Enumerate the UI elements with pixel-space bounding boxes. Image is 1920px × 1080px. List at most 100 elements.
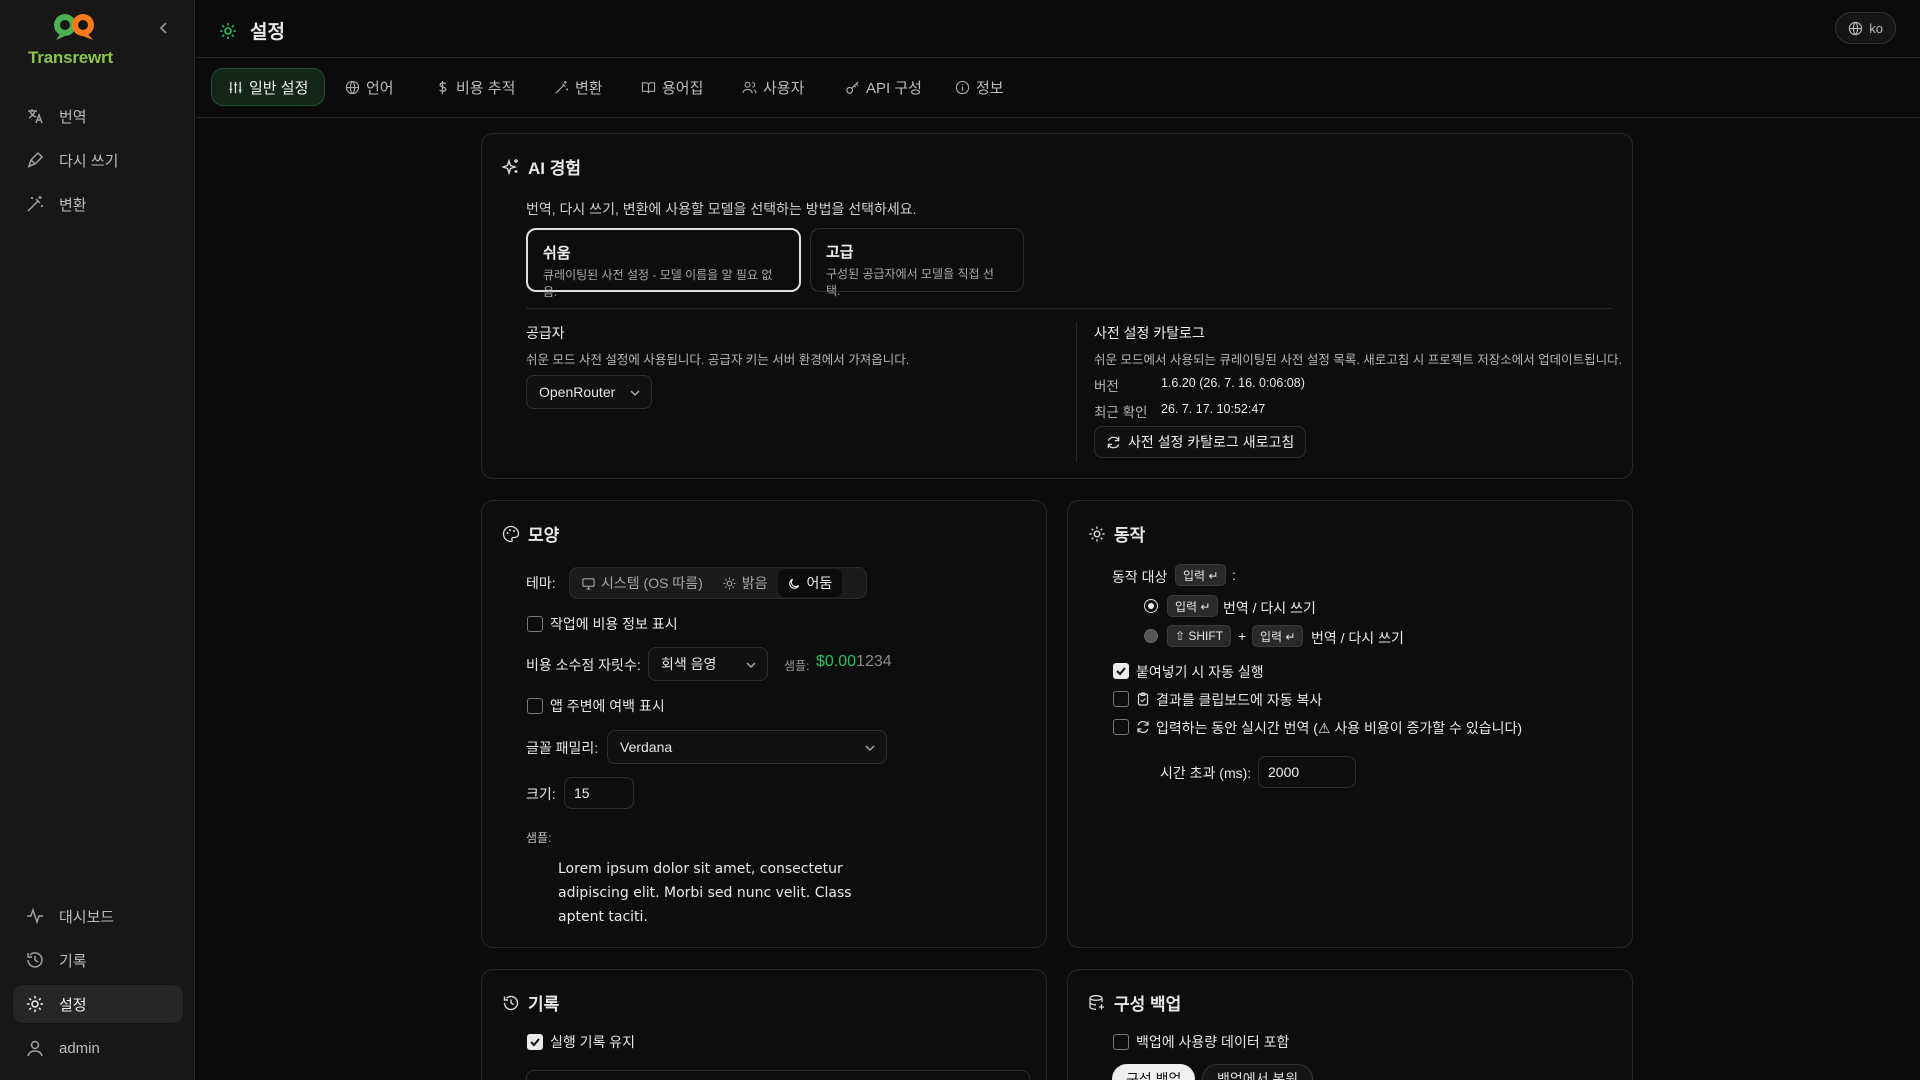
tab-label: 정보 xyxy=(976,79,1004,97)
tab-general[interactable]: 일반 설정 xyxy=(211,68,326,106)
theme-light-option[interactable]: 밝음 xyxy=(713,569,778,597)
behavior-card: 동작 동작 대상 입력 ↵ : 입력 ↵ 번역 / 다시 쓰기 ⇧ SHIFT … xyxy=(1067,500,1633,948)
sidebar-item-dashboard[interactable]: 대시보드 xyxy=(13,897,183,935)
key-icon xyxy=(846,80,859,94)
sun-icon xyxy=(723,576,736,590)
chevron-down-icon xyxy=(746,662,756,669)
include-usage-checkbox[interactable] xyxy=(1113,1034,1129,1050)
backup-title: 구성 백업 xyxy=(1088,990,1181,1015)
app-name: Transrewrt xyxy=(28,48,113,67)
catalog-checked-value: 26. 7. 17. 10:52:47 xyxy=(1161,402,1266,416)
seg-label: 시스템 (OS 따름) xyxy=(601,575,703,591)
theme-dark-option[interactable]: 어둠 xyxy=(777,569,843,597)
behavior-title: 동작 xyxy=(1088,521,1145,546)
decimals-select[interactable]: 회색 음영 xyxy=(648,647,768,681)
option2-shift-key: ⇧ SHIFT xyxy=(1167,625,1232,647)
globe-icon xyxy=(345,80,360,94)
tab-glossary[interactable]: 용어집 xyxy=(625,68,719,106)
card-title-text: 동작 xyxy=(1114,526,1146,545)
card-title-text: 모양 xyxy=(528,526,560,545)
tab-cost-tracking[interactable]: 비용 추적 xyxy=(419,68,531,106)
decimals-label: 비용 소수점 자릿수: xyxy=(526,657,641,673)
keep-history-checkbox[interactable] xyxy=(527,1034,543,1050)
mode-advanced-option[interactable]: 고급 구성된 공급자에서 모델을 직접 선택. xyxy=(810,228,1024,298)
language-button[interactable]: ko xyxy=(1835,12,1896,44)
provider-desc: 쉬운 모드 사전 설정에 사용됩니다. 공급자 키는 서버 환경에서 가져옵니다… xyxy=(526,353,910,367)
sidebar-item-settings[interactable]: 설정 xyxy=(13,985,183,1023)
sidebar-item-label: admin xyxy=(59,1039,100,1057)
sidebar-item-translate[interactable]: 번역 xyxy=(13,97,183,135)
pen-icon xyxy=(27,151,44,168)
sidebar-item-label: 다시 쓰기 xyxy=(59,152,119,170)
backup-config-button[interactable]: 구성 백업 xyxy=(1112,1064,1196,1080)
sample-dim: 1234 xyxy=(856,653,892,670)
sidebar: Transrewrt 번역 다시 쓰기 변환 대시보드 기록 설정 admin xyxy=(0,0,195,1080)
seg-label: 어둠 xyxy=(806,575,833,591)
autorun-paste-checkbox[interactable] xyxy=(1113,663,1129,679)
auto-copy-checkbox[interactable] xyxy=(1113,691,1129,707)
clipboard-icon xyxy=(1137,692,1149,706)
theme-system-option[interactable]: 시스템 (OS 따름) xyxy=(572,569,713,597)
chevron-down-icon xyxy=(865,745,875,752)
decimals-value: 회색 음영 xyxy=(661,656,717,672)
mode-title: 고급 xyxy=(826,244,854,261)
font-family-select[interactable]: Verdana xyxy=(607,730,887,764)
history-icon xyxy=(503,995,519,1010)
card-title-text: 구성 백업 xyxy=(1114,995,1182,1014)
sidebar-item-label: 번역 xyxy=(59,108,87,126)
refresh-icon xyxy=(1137,721,1149,733)
button-label: 사전 설정 카탈로그 새로고침 xyxy=(1128,434,1295,450)
trigger-key: 입력 ↵ xyxy=(1175,564,1227,586)
show-margin-checkbox[interactable] xyxy=(527,698,543,714)
restore-backup-button[interactable]: 백업에서 복원 xyxy=(1202,1064,1314,1080)
option1-label: 번역 / 다시 쓰기 xyxy=(1223,600,1316,616)
font-family-label: 글꼴 패밀리: xyxy=(526,740,599,756)
font-size-input[interactable]: 15 xyxy=(564,777,634,809)
sidebar-item-user[interactable]: admin xyxy=(13,1029,183,1067)
trigger-colon: : xyxy=(1232,567,1236,583)
translate-icon xyxy=(28,109,43,124)
globe-icon xyxy=(1849,21,1863,35)
mode-desc: 구성된 공급자에서 모델을 직접 선택. xyxy=(826,267,994,298)
sidebar-item-rewrite[interactable]: 다시 쓰기 xyxy=(13,141,183,179)
sidebar-item-history[interactable]: 기록 xyxy=(13,941,183,979)
mode-title: 쉬움 xyxy=(543,245,571,262)
show-cost-label: 작업에 비용 정보 표시 xyxy=(550,616,678,632)
option2-label: 번역 / 다시 쓰기 xyxy=(1311,630,1404,646)
check-icon xyxy=(1116,667,1126,676)
logo-icon xyxy=(54,14,94,40)
timeout-input[interactable]: 2000 xyxy=(1258,756,1356,788)
tab-label: 언어 xyxy=(366,79,394,97)
app-logo[interactable]: Transrewrt xyxy=(28,12,123,72)
refresh-catalog-button[interactable]: 사전 설정 카탈로그 새로고침 xyxy=(1094,426,1307,458)
tab-api-config[interactable]: API 구성 xyxy=(829,68,938,106)
tab-language[interactable]: 언어 xyxy=(329,68,410,106)
moon-icon xyxy=(788,578,799,589)
history-icon xyxy=(27,952,43,968)
show-cost-checkbox[interactable] xyxy=(527,616,543,632)
theme-label: 테마: xyxy=(526,575,556,591)
provider-select[interactable]: OpenRouter xyxy=(526,375,652,409)
sidebar-item-transform[interactable]: 변환 xyxy=(13,185,183,223)
realtime-checkbox[interactable] xyxy=(1113,719,1129,735)
option1-key: 입력 ↵ xyxy=(1167,595,1219,617)
ai-experience-title: AI 경험 xyxy=(502,154,581,179)
ai-description: 번역, 다시 쓰기, 변환에 사용할 모델을 선택하는 방법을 선택하세요. xyxy=(526,201,917,217)
tab-info[interactable]: 정보 xyxy=(939,68,1020,106)
collapse-sidebar-icon[interactable] xyxy=(156,20,172,36)
history-card: 기록 실행 기록 유지 xyxy=(481,969,1047,1080)
font-size-label: 크기: xyxy=(526,786,556,802)
trigger-enter-radio[interactable] xyxy=(1144,599,1158,613)
sparkles-icon xyxy=(502,158,518,175)
palette-icon xyxy=(502,525,520,542)
history-limit-field[interactable] xyxy=(526,1070,1030,1080)
sidebar-item-label: 기록 xyxy=(59,952,87,970)
tab-users[interactable]: 사용자 xyxy=(726,68,820,106)
info-icon xyxy=(955,80,970,94)
top-bar: 설정 ko xyxy=(196,0,1920,58)
trigger-shift-enter-radio[interactable] xyxy=(1144,629,1158,643)
provider-value: OpenRouter xyxy=(539,384,616,400)
tab-label: 사용자 xyxy=(763,79,805,97)
mode-easy-option[interactable]: 쉬움 큐레이팅된 사전 설정 - 모델 이름을 알 필요 없음. xyxy=(526,228,801,299)
tab-transform[interactable]: 변환 xyxy=(538,68,619,106)
